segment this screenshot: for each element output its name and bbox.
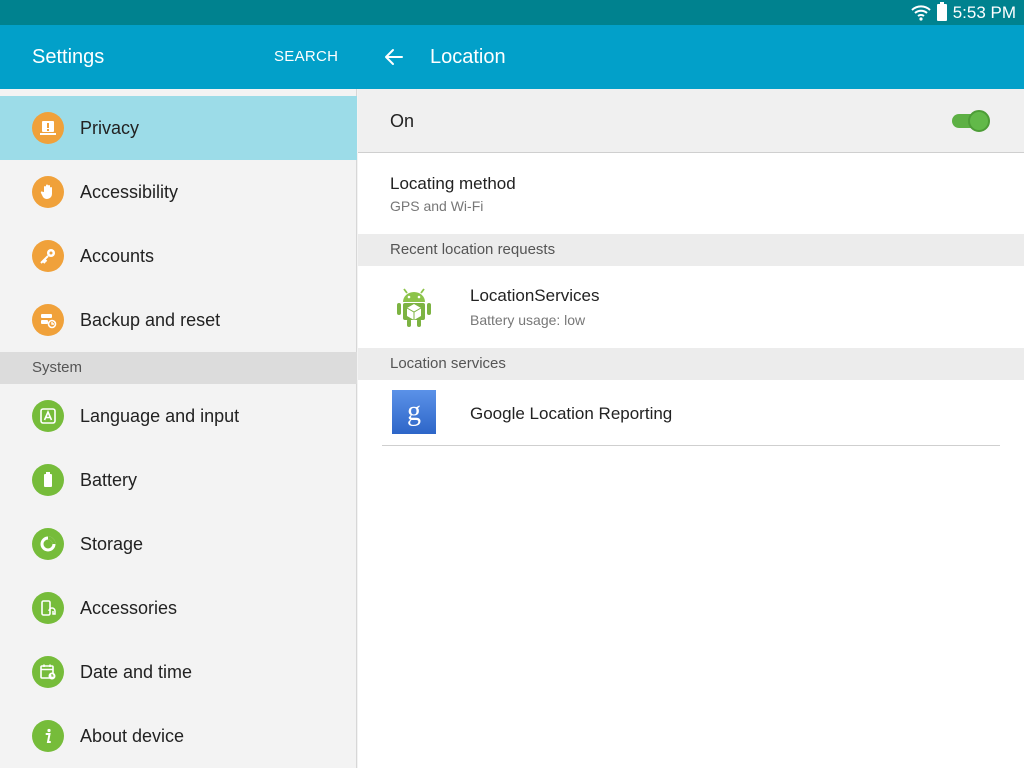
location-detail-pane: On Locating method GPS and Wi-Fi Recent … — [358, 89, 1024, 768]
recent-app-usage: Battery usage: low — [470, 312, 586, 328]
switch-label: On — [390, 111, 415, 131]
sidebar-item-label: About device — [80, 726, 185, 746]
accessories-icon — [32, 592, 64, 624]
sidebar-item-label: Date and time — [80, 662, 193, 682]
sidebar-item-about-device[interactable]: About device — [0, 704, 357, 768]
clock: 5:53 PM — [952, 2, 1016, 22]
settings-title: Settings — [32, 46, 105, 68]
backup-icon — [32, 304, 64, 336]
sidebar-item-label: Accessibility — [80, 182, 179, 202]
locating-method-value: GPS and Wi-Fi — [390, 198, 484, 214]
sidebar-item-date-and-time[interactable]: Date and time — [0, 640, 357, 704]
system-section-header: System — [0, 352, 357, 384]
android-app-icon — [397, 288, 431, 327]
recent-request-item[interactable]: LocationServices Battery usage: low — [358, 266, 1024, 348]
status-right: 5:53 PM — [910, 0, 1016, 25]
recent-requests-header: Recent location requests — [358, 234, 1024, 266]
toggle-thumb — [968, 110, 990, 132]
privacy-icon — [32, 112, 64, 144]
status-bar: 5:53 PM — [0, 0, 1024, 25]
sidebar-item-battery[interactable]: Battery — [0, 448, 357, 512]
battery-status-icon — [936, 2, 947, 21]
list-divider — [382, 445, 1000, 446]
location-services-header: Location services — [358, 348, 1024, 380]
page-title: Location — [430, 46, 506, 68]
sidebar-item-label: Backup and reset — [80, 310, 221, 330]
sidebar-item-accessibility[interactable]: Accessibility — [0, 160, 357, 224]
google-g-icon: g — [392, 390, 436, 434]
back-arrow-icon[interactable] — [382, 45, 406, 69]
info-icon — [32, 720, 64, 752]
location-master-switch-row[interactable]: On — [358, 89, 1024, 153]
recent-app-name: LocationServices — [470, 286, 600, 305]
sidebar-item-label: Accessories — [80, 598, 178, 618]
svg-text:g: g — [407, 396, 421, 427]
sidebar-item-privacy[interactable]: Privacy — [0, 96, 357, 160]
location-service-name: Google Location Reporting — [470, 404, 673, 423]
sidebar-item-label: Battery — [80, 470, 138, 490]
key-icon — [32, 240, 64, 272]
storage-icon — [32, 528, 64, 560]
sidebar-item-label: Privacy — [80, 118, 140, 138]
sidebar-item-accessories[interactable]: Accessories — [0, 576, 357, 640]
battery-icon — [32, 464, 64, 496]
settings-sidebar: Privacy Accessibility Accounts Backup an… — [0, 89, 357, 768]
search-button[interactable]: SEARCH — [274, 25, 338, 89]
sidebar-item-backup-and-reset[interactable]: Backup and reset — [0, 288, 357, 352]
calendar-icon — [32, 656, 64, 688]
sidebar-item-label: Language and input — [80, 406, 240, 426]
locating-method-row[interactable]: Locating method GPS and Wi-Fi — [358, 154, 1024, 234]
sidebar-item-language-and-input[interactable]: Language and input — [0, 384, 357, 448]
sidebar-item-label: Storage — [80, 534, 144, 554]
sidebar-item-accounts[interactable]: Accounts — [0, 224, 357, 288]
location-service-item[interactable]: g Google Location Reporting — [358, 380, 1024, 445]
wifi-icon — [910, 4, 931, 21]
app-header: Settings SEARCH Location — [0, 25, 1024, 89]
hand-icon — [32, 176, 64, 208]
locating-method-title: Locating method — [390, 174, 516, 193]
sidebar-item-storage[interactable]: Storage — [0, 512, 357, 576]
language-icon — [32, 400, 64, 432]
location-toggle[interactable] — [950, 109, 992, 133]
sidebar-item-label: Accounts — [80, 246, 155, 266]
